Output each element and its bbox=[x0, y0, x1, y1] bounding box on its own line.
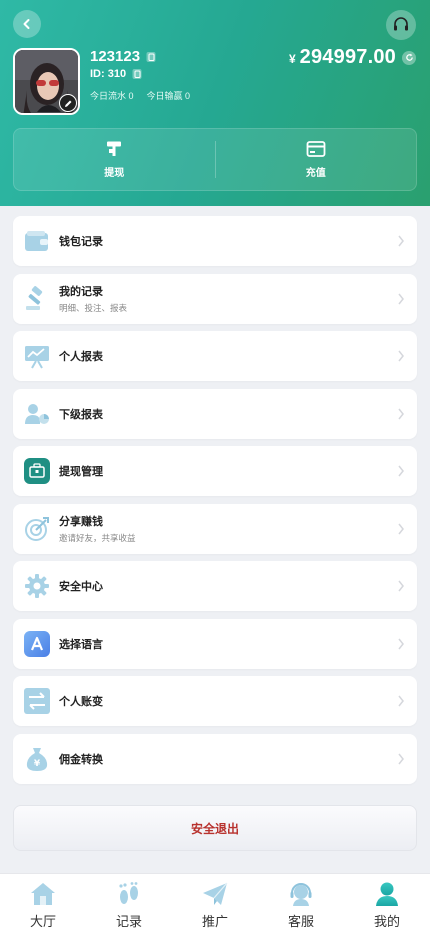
chevron-right-icon bbox=[398, 350, 404, 362]
refresh-balance-button[interactable] bbox=[402, 50, 416, 65]
today-flow: 今日流水 0 bbox=[90, 91, 134, 101]
balance: ¥ 294997.00 bbox=[289, 46, 416, 69]
currency-symbol: ¥ bbox=[288, 52, 296, 66]
gear-icon bbox=[25, 574, 49, 598]
menu-item-title: 个人账变 bbox=[59, 696, 103, 708]
chevron-right-icon bbox=[398, 580, 404, 592]
menu-item-title: 安全中心 bbox=[59, 581, 103, 593]
tab-label: 我的 bbox=[373, 914, 400, 929]
user-icon bbox=[376, 882, 398, 906]
money-bag-icon: ¥ bbox=[26, 747, 48, 771]
menu-item-security-center[interactable]: 安全中心 bbox=[13, 561, 417, 611]
menu-item-commission-convert[interactable]: ¥ 佣金转换 bbox=[13, 733, 417, 784]
chevron-right-icon bbox=[398, 408, 404, 419]
menu-item-title: 提现管理 bbox=[59, 466, 103, 478]
chevron-left-icon bbox=[23, 19, 30, 29]
username-row: 123123 bbox=[90, 48, 157, 65]
user-id: ID: 310 bbox=[90, 68, 127, 80]
chevron-right-icon bbox=[398, 465, 404, 477]
chevron-right-icon bbox=[398, 753, 404, 764]
copy-icon[interactable] bbox=[131, 68, 143, 80]
chevron-right-icon bbox=[398, 293, 404, 304]
menu-list: 钱包记录 我的记录 明细、投注、报表 个人报表 下级报表 提现管理 分享赚钱 邀… bbox=[13, 216, 417, 791]
tab-lobby[interactable]: 大厅 bbox=[0, 874, 86, 932]
profile-header: 123123 ID: 310 今日流水 0 今日输赢 0 ¥ 294997.00 bbox=[0, 0, 430, 206]
username: 123123 bbox=[90, 48, 141, 65]
menu-item-title: 钱包记录 bbox=[59, 236, 103, 248]
logout-label: 安全退出 bbox=[190, 821, 239, 836]
menu-item-my-records[interactable]: 我的记录 明细、投注、报表 bbox=[13, 273, 417, 324]
menu-item-title: 选择语言 bbox=[59, 638, 103, 651]
withdraw-icon bbox=[107, 141, 122, 156]
chevron-right-icon bbox=[398, 235, 404, 247]
logout-button[interactable]: 安全退出 bbox=[13, 805, 417, 851]
paper-plane-icon bbox=[203, 882, 228, 905]
balance-amount: 294997.00 bbox=[299, 46, 396, 68]
gavel-icon bbox=[26, 285, 43, 310]
menu-item-share-earn[interactable]: 分享赚钱 邀请好友，共享收益 bbox=[13, 503, 417, 554]
withdraw-label: 提现 bbox=[104, 168, 125, 179]
chart-board-icon bbox=[25, 346, 49, 369]
edit-avatar-button[interactable] bbox=[59, 94, 77, 112]
recharge-button[interactable]: 充值 bbox=[216, 129, 417, 190]
withdraw-button[interactable]: 提现 bbox=[14, 129, 215, 190]
copy-icon[interactable] bbox=[145, 51, 157, 63]
chevron-right-icon bbox=[398, 638, 404, 649]
user-id-row: ID: 310 bbox=[90, 68, 143, 80]
menu-item-title: 个人报表 bbox=[59, 351, 103, 363]
tab-records[interactable]: 记录 bbox=[86, 874, 172, 932]
menu-item-withdraw-management[interactable]: 提现管理 bbox=[13, 446, 417, 496]
tab-label: 客服 bbox=[287, 914, 314, 929]
tab-promotion[interactable]: 推广 bbox=[172, 874, 258, 932]
target-icon bbox=[25, 516, 49, 541]
customer-service-button[interactable] bbox=[386, 10, 416, 40]
today-win: 今日输赢 0 bbox=[146, 91, 191, 101]
footprint-icon bbox=[119, 882, 138, 904]
menu-item-account-changes[interactable]: 个人账变 bbox=[13, 676, 417, 726]
menu-item-title: 佣金转换 bbox=[59, 753, 103, 766]
headset-icon bbox=[394, 17, 408, 31]
language-icon bbox=[24, 630, 50, 657]
tab-label: 大厅 bbox=[29, 914, 56, 929]
menu-item-subordinate-report[interactable]: 下级报表 bbox=[13, 388, 417, 439]
menu-item-subtitle: 邀请好友，共享收益 bbox=[59, 533, 136, 543]
back-button[interactable] bbox=[13, 10, 41, 38]
menu-item-title: 分享赚钱 bbox=[59, 516, 103, 528]
menu-item-title: 我的记录 bbox=[59, 286, 103, 298]
support-agent-icon bbox=[290, 883, 312, 906]
chevron-right-icon bbox=[398, 523, 404, 534]
tab-customer-service[interactable]: 客服 bbox=[258, 874, 344, 932]
tab-mine[interactable]: 我的 bbox=[344, 874, 430, 932]
wallet-icon bbox=[25, 231, 48, 251]
menu-item-wallet-records[interactable]: 钱包记录 bbox=[13, 216, 417, 266]
briefcase-icon bbox=[24, 458, 50, 484]
user-chart-icon bbox=[25, 403, 49, 424]
chevron-right-icon bbox=[398, 695, 404, 707]
svg-text:¥: ¥ bbox=[34, 759, 41, 769]
pencil-icon bbox=[64, 100, 71, 107]
tab-label: 推广 bbox=[201, 914, 228, 929]
tab-label: 记录 bbox=[115, 914, 142, 929]
refresh-icon bbox=[405, 53, 413, 61]
today-stats: 今日流水 0 今日输赢 0 bbox=[90, 89, 190, 102]
menu-item-title: 下级报表 bbox=[59, 408, 103, 421]
home-icon bbox=[31, 883, 55, 905]
transfer-icon bbox=[24, 688, 50, 714]
menu-item-subtitle: 明细、投注、报表 bbox=[59, 303, 128, 313]
recharge-icon bbox=[306, 141, 326, 157]
bottom-tabbar: 大厅 记录 推广 客服 我的 bbox=[0, 873, 430, 932]
menu-item-select-language[interactable]: 选择语言 bbox=[13, 618, 417, 669]
menu-item-personal-report[interactable]: 个人报表 bbox=[13, 331, 417, 381]
recharge-label: 充值 bbox=[305, 168, 326, 179]
wallet-actions: 提现 充值 bbox=[13, 128, 417, 191]
